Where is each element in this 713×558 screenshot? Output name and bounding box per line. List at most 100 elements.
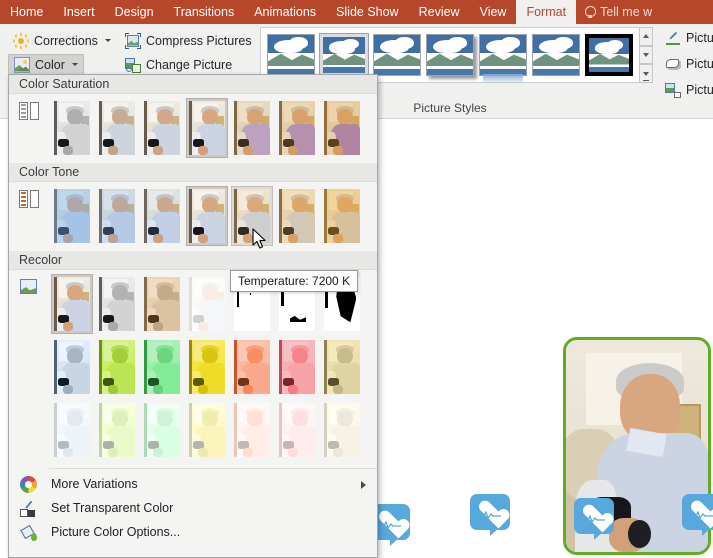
ribbon-tab-animations[interactable]: Animations xyxy=(244,0,326,24)
tab-label: View xyxy=(479,5,507,19)
thumb-orange-accent-light[interactable] xyxy=(231,400,273,460)
ribbon-tab-review[interactable]: Review xyxy=(409,0,470,24)
thumb-temperature-5900k[interactable] xyxy=(141,186,183,246)
picture-style-beveled-matte-white[interactable] xyxy=(319,33,369,77)
thumb-sepia[interactable] xyxy=(141,274,183,334)
thumb-temperature-11200k[interactable] xyxy=(321,186,363,246)
color-button[interactable]: Color xyxy=(8,54,84,75)
thumb-no-recolor[interactable] xyxy=(51,274,93,334)
chevron-down-icon xyxy=(643,53,649,57)
menu-item-more-variations[interactable]: More Variations xyxy=(9,472,377,496)
picture-style-metal-frame-selected[interactable] xyxy=(373,34,421,76)
color-dropdown-menu[interactable]: Color Saturation Color Tone Recolor More… xyxy=(8,74,378,558)
picture-style-simple-frame-white[interactable] xyxy=(267,34,315,76)
tab-label: Slide Show xyxy=(336,5,399,19)
thumb-bluegray-accent-light[interactable] xyxy=(51,400,93,460)
picture-style-drop-shadow-rectangle[interactable] xyxy=(426,34,474,76)
style-preview xyxy=(589,38,629,72)
thumb-temperature-5300k[interactable] xyxy=(96,186,138,246)
section-title: Color Saturation xyxy=(19,77,110,91)
thumb-grayscale[interactable] xyxy=(96,274,138,334)
tab-label: Transitions xyxy=(173,5,235,19)
picture-layout-button[interactable]: Pictu xyxy=(665,82,713,98)
thumb-tan-accent-light[interactable] xyxy=(321,400,363,460)
thumb-saturation-200[interactable] xyxy=(231,98,273,158)
ribbon-tab-home[interactable]: Home xyxy=(0,0,53,24)
thumb-lightgreen-accent-light[interactable] xyxy=(96,400,138,460)
thumb-tan-accent-dark[interactable] xyxy=(321,337,363,397)
style-preview xyxy=(323,37,365,73)
heart-ekg-speech-bubble-icon xyxy=(574,498,616,542)
ribbon-tab-slide-show[interactable]: Slide Show xyxy=(326,0,409,24)
ribbon-tab-strip: Home Insert Design Transitions Animation… xyxy=(0,0,713,24)
menu-item-label: Set Transparent Color xyxy=(51,501,174,515)
corrections-button[interactable]: Corrections xyxy=(8,30,116,51)
menu-item-set-transparent-color[interactable]: Set Transparent Color xyxy=(9,496,377,520)
picture-color-options-icon xyxy=(20,524,37,541)
ribbon-tab-insert[interactable]: Insert xyxy=(53,0,104,24)
chevron-down-icon xyxy=(71,63,78,66)
temperature-tooltip: Temperature: 7200 K xyxy=(230,270,359,292)
thumb-saturation-33[interactable] xyxy=(96,98,138,158)
thumb-red-accent-dark[interactable] xyxy=(276,337,318,397)
section-header-color-tone: Color Tone xyxy=(9,163,377,182)
gallery-scroll-down-button[interactable] xyxy=(639,45,653,65)
thumb-bluegray-accent-dark[interactable] xyxy=(51,337,93,397)
menu-divider xyxy=(49,468,377,469)
thumb-saturation-0[interactable] xyxy=(51,98,93,158)
change-picture-button[interactable]: Change Picture xyxy=(120,54,237,75)
tell-me-label: Tell me w xyxy=(600,5,653,19)
thumb-saturation-400[interactable] xyxy=(321,98,363,158)
thumb-temperature-8800k[interactable] xyxy=(276,186,318,246)
thumb-red-accent-light[interactable] xyxy=(276,400,318,460)
thumb-green-accent-dark[interactable] xyxy=(141,337,183,397)
saturation-icon xyxy=(19,102,39,120)
picture-border-button[interactable]: Pictu xyxy=(665,30,713,46)
picture-color-icon xyxy=(14,56,30,73)
compress-pictures-label: Compress Pictures xyxy=(146,33,252,48)
picture-style-thick-black-border[interactable] xyxy=(585,34,633,76)
picture-style-reflected-rounded-rectangle[interactable] xyxy=(479,34,527,84)
thumb-saturation-66[interactable] xyxy=(141,98,183,158)
menu-item-picture-color-options[interactable]: Picture Color Options... xyxy=(9,520,377,544)
picture-style-soft-edge-rectangle[interactable] xyxy=(532,34,580,76)
thumb-lightgreen-accent-dark[interactable] xyxy=(96,337,138,397)
heart-ekg-speech-bubble-icon xyxy=(470,494,512,538)
heart-ekg-speech-bubble-icon xyxy=(682,494,713,538)
gallery-scroll-up-button[interactable] xyxy=(639,27,653,46)
menu-item-label: More Variations xyxy=(51,477,138,491)
recolor-thumbs xyxy=(9,270,377,465)
thumb-yellow-accent-light[interactable] xyxy=(186,400,228,460)
compress-pictures-button[interactable]: Compress Pictures xyxy=(120,30,257,51)
thumb-temperature-6500k[interactable] xyxy=(186,186,228,246)
ribbon-tab-transitions[interactable]: Transitions xyxy=(164,0,245,24)
style-preview xyxy=(480,35,526,75)
ribbon-tab-view[interactable]: View xyxy=(470,0,517,24)
section-header-recolor: Recolor xyxy=(9,251,377,270)
tab-label: Review xyxy=(418,5,460,19)
picture-layout-icon xyxy=(665,82,681,98)
change-picture-label: Change Picture xyxy=(146,57,233,72)
thumb-temperature-4700k[interactable] xyxy=(51,186,93,246)
compress-pictures-icon xyxy=(125,32,141,49)
gallery-scroll-buttons[interactable] xyxy=(639,27,653,84)
color-label: Color xyxy=(35,57,65,72)
thumb-saturation-300[interactable] xyxy=(276,98,318,158)
thumb-saturation-100[interactable] xyxy=(186,98,228,158)
thumb-washout[interactable] xyxy=(186,274,228,334)
tell-me-box[interactable]: Tell me w xyxy=(576,0,660,24)
ribbon-tab-format[interactable]: Format xyxy=(516,0,577,24)
tab-label: Insert xyxy=(63,5,95,19)
style-preview xyxy=(427,35,473,75)
submenu-arrow-icon xyxy=(361,481,366,489)
ribbon-tab-design[interactable]: Design xyxy=(105,0,164,24)
ekg-line-icon xyxy=(583,515,605,523)
thumb-green-accent-light[interactable] xyxy=(141,400,183,460)
picture-effects-button[interactable]: Pictu xyxy=(665,56,713,72)
thumb-yellow-accent-dark[interactable] xyxy=(186,337,228,397)
thumb-orange-accent-dark[interactable] xyxy=(231,337,273,397)
more-icon xyxy=(643,71,649,82)
picture-adjust-side-group: Pictu Pictu Pictu xyxy=(659,24,713,118)
gallery-more-button[interactable] xyxy=(639,64,653,84)
mouse-cursor xyxy=(252,228,266,249)
